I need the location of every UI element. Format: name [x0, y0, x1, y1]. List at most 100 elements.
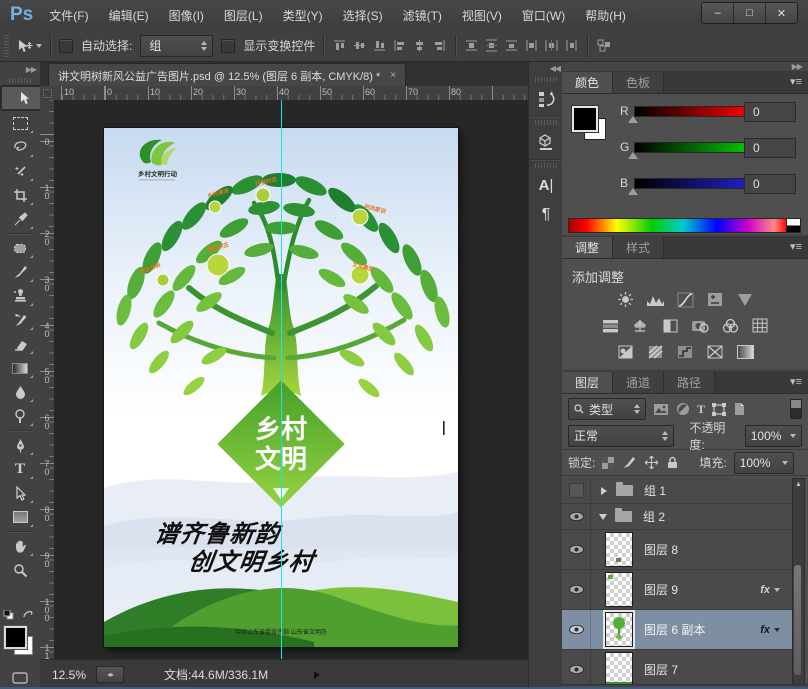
blue-slider-thumb[interactable]	[628, 188, 638, 195]
lock-all-icon[interactable]	[667, 456, 678, 469]
close-button[interactable]: ✕	[766, 3, 797, 23]
menu-view[interactable]: 视图(V)	[462, 7, 502, 24]
fx-badge[interactable]: fx	[760, 584, 770, 596]
posterize-icon[interactable]	[645, 343, 665, 360]
threshold-icon[interactable]	[675, 343, 695, 360]
properties-panel-icon[interactable]	[533, 129, 559, 155]
green-slider-thumb[interactable]	[628, 152, 638, 159]
invert-icon[interactable]	[615, 343, 635, 360]
scroll-up-icon[interactable]: ▲	[795, 481, 802, 488]
show-transform-checkbox[interactable]	[221, 39, 235, 53]
layer-row-group1[interactable]: 组 1	[562, 478, 794, 504]
visibility-toggle[interactable]	[562, 478, 591, 503]
maximize-button[interactable]: □	[734, 3, 766, 23]
photo-filter-icon[interactable]	[690, 317, 710, 334]
history-brush-tool[interactable]	[5, 308, 35, 332]
tab-paths[interactable]: 路径	[664, 372, 715, 393]
quick-mask-icon[interactable]	[12, 672, 28, 686]
visibility-toggle[interactable]	[562, 504, 591, 529]
crop-tool[interactable]	[5, 183, 35, 207]
character-panel-icon[interactable]: A|	[533, 172, 559, 198]
default-colors-icon[interactable]	[3, 610, 14, 622]
vertical-guide[interactable]	[281, 100, 282, 659]
ruler-origin-box[interactable]	[40, 86, 55, 101]
distribute-bottom-button[interactable]	[504, 38, 519, 53]
dodge-tool[interactable]	[5, 404, 35, 428]
opacity-dropdown[interactable]: 100%	[745, 425, 802, 447]
move-tool[interactable]	[0, 85, 45, 111]
minimize-button[interactable]: –	[702, 3, 734, 23]
red-slider-thumb[interactable]	[628, 116, 638, 123]
menu-layer[interactable]: 图层(L)	[224, 7, 263, 24]
tab-color[interactable]: 颜色	[562, 72, 613, 93]
lock-pixels-icon[interactable]	[623, 456, 636, 469]
align-vcenter-button[interactable]	[352, 38, 367, 53]
clone-stamp-tool[interactable]	[5, 284, 35, 308]
status-options-button[interactable]: ◂▸	[96, 666, 124, 683]
expand-group-icon[interactable]	[601, 487, 607, 495]
blend-mode-dropdown[interactable]: 正常	[568, 425, 674, 447]
layer-thumbnail[interactable]	[605, 532, 633, 567]
fx-badge[interactable]: fx	[760, 624, 770, 636]
vibrance-icon[interactable]	[735, 291, 755, 308]
layer-thumbnail[interactable]	[605, 612, 633, 647]
menu-image[interactable]: 图像(I)	[169, 7, 204, 24]
layer-filter-toggle[interactable]	[790, 399, 802, 419]
path-selection-tool[interactable]	[5, 481, 35, 505]
red-value[interactable]: 0	[744, 102, 796, 122]
align-bottom-button[interactable]	[372, 38, 387, 53]
filter-type-layers-icon[interactable]: T	[697, 402, 705, 417]
filter-type-dropdown[interactable]: 类型	[568, 398, 646, 420]
tab-close-icon[interactable]: ×	[390, 70, 396, 81]
auto-select-dropdown[interactable]: 组	[140, 35, 213, 57]
layer-thumbnail[interactable]	[605, 572, 633, 607]
menu-help[interactable]: 帮助(H)	[585, 7, 626, 24]
menu-edit[interactable]: 编辑(E)	[109, 7, 149, 24]
hand-tool[interactable]	[5, 534, 35, 558]
color-lookup-icon[interactable]	[750, 317, 770, 334]
layer-name[interactable]: 图层 9	[644, 581, 678, 598]
distribute-hcenter-button[interactable]	[544, 38, 559, 53]
tab-channels[interactable]: 通道	[613, 372, 664, 393]
filter-adjustment-layers-icon[interactable]	[676, 402, 690, 416]
eyedropper-tool[interactable]	[5, 207, 35, 231]
zoom-level-field[interactable]: 12.5%	[52, 668, 86, 682]
green-slider[interactable]	[634, 142, 752, 153]
distribute-right-button[interactable]	[564, 38, 579, 53]
blur-tool[interactable]	[5, 380, 35, 404]
distribute-left-button[interactable]	[524, 38, 539, 53]
hue-saturation-icon[interactable]	[600, 317, 620, 334]
layer-row-8[interactable]: 图层 8	[562, 530, 794, 570]
levels-icon[interactable]	[645, 291, 665, 308]
menu-window[interactable]: 窗口(W)	[522, 7, 565, 24]
layer-name[interactable]: 组 2	[643, 508, 665, 525]
pen-tool[interactable]	[5, 433, 35, 457]
blue-slider[interactable]	[634, 178, 752, 189]
color-balance-icon[interactable]	[630, 317, 650, 334]
align-hcenter-button[interactable]	[412, 38, 427, 53]
brightness-contrast-icon[interactable]	[615, 291, 635, 308]
layer-name[interactable]: 图层 6 副本	[644, 621, 705, 638]
spot-healing-brush-tool[interactable]	[5, 236, 35, 260]
layer-row-6-copy-selected[interactable]: 图层 6 副本 fx	[562, 610, 794, 650]
menu-file[interactable]: 文件(F)	[49, 7, 88, 24]
swap-colors-icon[interactable]	[22, 609, 35, 622]
move-tool-preset-icon[interactable]	[17, 39, 42, 53]
fx-expand-icon[interactable]	[774, 628, 780, 632]
canvas-viewport[interactable]: 乡村清洁 环保村庄 村风家训 精美村庄 生态文明 文化惠民 乡村 文明	[54, 100, 528, 659]
align-top-button[interactable]	[332, 38, 347, 53]
selective-color-icon[interactable]	[735, 343, 755, 360]
layer-row-group2[interactable]: 组 2	[562, 504, 794, 530]
rectangle-tool[interactable]	[5, 505, 35, 529]
lasso-tool[interactable]	[5, 135, 35, 159]
history-panel-icon[interactable]	[533, 86, 559, 112]
black-white-icon[interactable]	[660, 317, 680, 334]
fill-dropdown[interactable]: 100%	[734, 452, 794, 474]
collapse-dock-icon[interactable]: ▶▶	[562, 62, 808, 71]
layer-name[interactable]: 图层 8	[644, 541, 678, 558]
magic-wand-tool[interactable]	[5, 159, 35, 183]
menu-type[interactable]: 类型(Y)	[283, 7, 323, 24]
align-right-button[interactable]	[432, 38, 447, 53]
channel-mixer-icon[interactable]	[720, 317, 740, 334]
lock-position-icon[interactable]	[645, 456, 658, 469]
